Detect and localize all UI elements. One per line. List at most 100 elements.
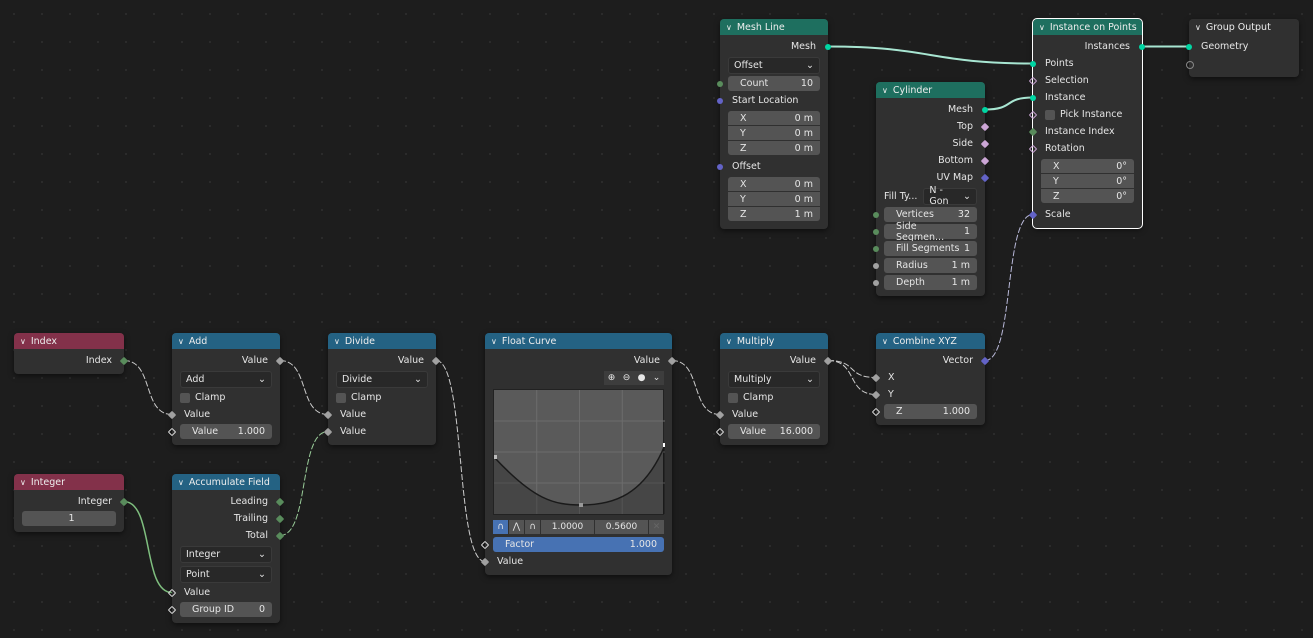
node-header[interactable]: ∨Multiply: [720, 333, 828, 349]
node-integer[interactable]: ∨IntegerInteger1: [14, 474, 124, 532]
value-field[interactable]: Side Segmen...1: [884, 224, 977, 239]
collapse-chevron-icon[interactable]: ∨: [726, 337, 732, 346]
value-field[interactable]: 1: [22, 511, 116, 526]
socket-int-icon[interactable]: [873, 246, 879, 252]
node-header[interactable]: ∨Instance on Points: [1033, 19, 1142, 35]
dropdown-select[interactable]: Add⌄: [180, 371, 272, 388]
node-header[interactable]: ∨Group Output: [1189, 19, 1299, 35]
collapse-chevron-icon[interactable]: ∨: [1195, 23, 1201, 32]
node-header[interactable]: ∨Float Curve: [485, 333, 672, 349]
node-floatcurve[interactable]: ∨Float CurveValue⊕⊖●⌄∩⋀∩1.00000.5600✕Fac…: [485, 333, 672, 575]
vector-component-field[interactable]: Z0°: [1041, 189, 1134, 203]
dropdown-select[interactable]: Multiply⌄: [728, 371, 820, 388]
collapse-chevron-icon[interactable]: ∨: [882, 86, 888, 95]
collapse-chevron-icon[interactable]: ∨: [1039, 23, 1045, 32]
node-multiply[interactable]: ∨MultiplyValueMultiply⌄ClampValueValue16…: [720, 333, 828, 445]
node-header[interactable]: ∨Mesh Line: [720, 19, 828, 35]
socket-vector-icon[interactable]: [717, 164, 723, 170]
node-combine[interactable]: ∨Combine XYZVectorXYZ1.000: [876, 333, 985, 425]
value-field[interactable]: Factor1.000: [493, 537, 664, 552]
node-divide[interactable]: ∨DivideValueDivide⌄ClampValueValue: [328, 333, 436, 445]
collapse-chevron-icon[interactable]: ∨: [178, 478, 184, 487]
checkbox[interactable]: [728, 393, 738, 403]
collapse-chevron-icon[interactable]: ∨: [491, 337, 497, 346]
node-add[interactable]: ∨AddValueAdd⌄ClampValueValue1.000: [172, 333, 280, 445]
socket-empty-icon[interactable]: [1186, 61, 1194, 69]
vector-component-field[interactable]: Z0 m: [728, 141, 820, 155]
socket-int-icon[interactable]: [873, 229, 879, 235]
socket-vector-icon[interactable]: [717, 98, 723, 104]
node-header[interactable]: ∨Cylinder: [876, 82, 985, 98]
checkbox-row[interactable]: Clamp: [172, 389, 280, 406]
node-cylinder[interactable]: ∨CylinderMeshTopSideBottomUV MapFill Ty.…: [876, 82, 985, 296]
collapse-chevron-icon[interactable]: ∨: [882, 337, 888, 346]
dropdown-select[interactable]: Integer⌄: [180, 546, 272, 563]
node-header[interactable]: ∨Add: [172, 333, 280, 349]
socket-geometry-icon[interactable]: [1030, 61, 1036, 67]
delete-point-icon[interactable]: ✕: [649, 520, 664, 534]
dropdown-select[interactable]: Offset⌄: [728, 57, 820, 74]
dropdown-select[interactable]: Point⌄: [180, 566, 272, 583]
node-meshline[interactable]: ∨Mesh LineMeshOffset⌄Count10Start Locati…: [720, 19, 828, 229]
checkbox[interactable]: [180, 393, 190, 403]
auto-handle-icon[interactable]: ∩: [493, 520, 508, 534]
vector-component-field[interactable]: X0 m: [728, 111, 820, 125]
value-field[interactable]: Count10: [728, 76, 820, 91]
node-header[interactable]: ∨Combine XYZ: [876, 333, 985, 349]
curve-graph[interactable]: [493, 389, 664, 515]
node-header[interactable]: ∨Index: [14, 333, 124, 349]
value-field[interactable]: Z1.000: [884, 404, 977, 419]
socket-float-icon[interactable]: [873, 280, 879, 286]
node-header[interactable]: ∨Integer: [14, 474, 124, 490]
collapse-chevron-icon[interactable]: ∨: [178, 337, 184, 346]
checkbox-row[interactable]: Clamp: [328, 389, 436, 406]
checkbox-row[interactable]: Pick Instance: [1033, 106, 1142, 123]
value-field[interactable]: Group ID0: [180, 602, 272, 617]
vector-handle-icon[interactable]: ⋀: [509, 520, 524, 534]
value-field[interactable]: Fill Segments1: [884, 241, 977, 256]
vector-component-field[interactable]: Y0 m: [728, 192, 820, 206]
menu-chevron-icon[interactable]: ⌄: [649, 371, 664, 385]
socket-geometry-icon[interactable]: [1139, 44, 1145, 50]
vector-component-field[interactable]: X0 m: [728, 177, 820, 191]
collapse-chevron-icon[interactable]: ∨: [334, 337, 340, 346]
clip-icon[interactable]: ●: [634, 371, 649, 385]
field-label: Y: [1053, 176, 1059, 187]
vector-component-field[interactable]: X0°: [1041, 159, 1134, 173]
zoom-in-icon[interactable]: ⊕: [604, 371, 619, 385]
socket-float-icon[interactable]: [873, 263, 879, 269]
checkbox[interactable]: [336, 393, 346, 403]
dropdown-select[interactable]: N - Gon⌄: [923, 188, 977, 205]
collapse-chevron-icon[interactable]: ∨: [726, 23, 732, 32]
collapse-chevron-icon[interactable]: ∨: [20, 478, 26, 487]
socket-geometry-icon[interactable]: [982, 107, 988, 113]
node-groupout[interactable]: ∨Group OutputGeometry: [1189, 19, 1299, 77]
vector-component-field[interactable]: Z1 m: [728, 207, 820, 221]
field-label: Factor: [505, 539, 534, 550]
socket-int-icon[interactable]: [873, 212, 879, 218]
curve-plot[interactable]: [494, 390, 665, 514]
node-iop[interactable]: ∨Instance on PointsInstancesPointsSelect…: [1033, 19, 1142, 228]
socket-geometry-icon[interactable]: [1030, 95, 1036, 101]
auto-clamped-icon[interactable]: ∩: [525, 520, 540, 534]
socket-int-icon[interactable]: [717, 81, 723, 87]
socket-geometry-icon[interactable]: [825, 44, 831, 50]
socket-geometry-icon[interactable]: [1186, 44, 1192, 50]
vector-component-field[interactable]: Y0 m: [728, 126, 820, 140]
zoom-out-icon[interactable]: ⊖: [619, 371, 634, 385]
value-field[interactable]: Value16.000: [728, 424, 820, 439]
value-field[interactable]: Radius1 m: [884, 258, 977, 273]
node-index[interactable]: ∨IndexIndex: [14, 333, 124, 374]
point-x-field[interactable]: 1.0000: [541, 520, 594, 534]
value-field[interactable]: Depth1 m: [884, 275, 977, 290]
dropdown-select[interactable]: Divide⌄: [336, 371, 428, 388]
checkbox[interactable]: [1045, 110, 1055, 120]
point-y-field[interactable]: 0.5600: [595, 520, 648, 534]
node-header[interactable]: ∨Accumulate Field: [172, 474, 280, 490]
vector-component-field[interactable]: Y0°: [1041, 174, 1134, 188]
node-accumulate[interactable]: ∨Accumulate FieldLeadingTrailingTotalInt…: [172, 474, 280, 623]
value-field[interactable]: Value1.000: [180, 424, 272, 439]
collapse-chevron-icon[interactable]: ∨: [20, 337, 26, 346]
checkbox-row[interactable]: Clamp: [720, 389, 828, 406]
node-header[interactable]: ∨Divide: [328, 333, 436, 349]
